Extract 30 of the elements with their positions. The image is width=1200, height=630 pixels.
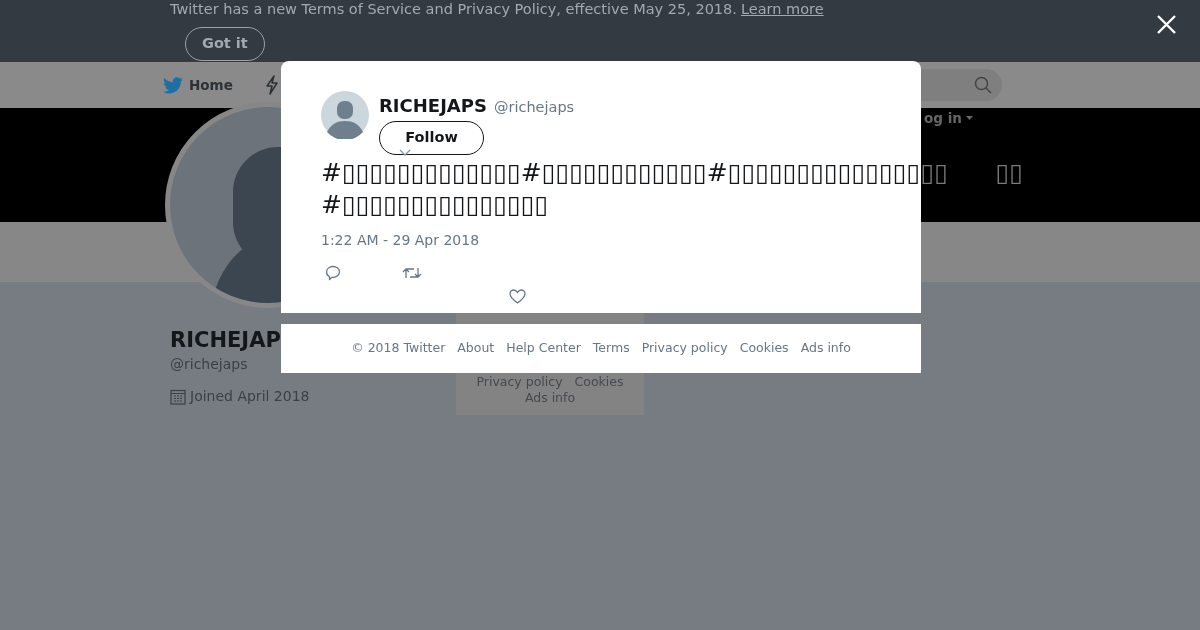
profile-handle: @richejaps — [170, 355, 249, 374]
footer-link[interactable]: Ads info — [800, 339, 851, 358]
chevron-icon[interactable] — [399, 149, 411, 156]
search-icon — [974, 76, 992, 94]
learn-more-link[interactable]: Learn more — [740, 0, 824, 18]
home-tab[interactable]: Home — [189, 74, 233, 96]
author-handle: @richejaps — [493, 98, 575, 117]
footer-link[interactable]: Privacy policy — [641, 339, 728, 358]
login-link[interactable]: og in — [924, 108, 962, 129]
footer-link[interactable]: About — [457, 339, 495, 358]
close-icon[interactable] — [1157, 15, 1176, 34]
bird-icon — [163, 76, 183, 94]
footer-link[interactable]: Terms — [592, 339, 630, 358]
profile-name: RICHEJAP — [170, 327, 282, 354]
follow-button[interactable]: Follow — [379, 121, 484, 155]
caret-icon — [965, 116, 973, 121]
notice-text: Twitter has a new Terms of Service and Privacy Policy, effective May 25, 2018. — [170, 0, 737, 18]
author-name: RICHEJAPS — [379, 94, 487, 118]
lightning-icon[interactable] — [264, 75, 279, 95]
ads-info-link[interactable]: Ads info — [524, 390, 576, 406]
copyright-text: © 2018 Twitter — [351, 339, 446, 358]
joined-date: Joined April 2018 — [190, 387, 310, 406]
footer-link[interactable]: Help Center — [506, 339, 581, 358]
tweet-time: 1:22 AM - 29 Apr 2018 — [321, 231, 480, 250]
footer-link[interactable]: Cookies — [739, 339, 789, 358]
retweet-icon[interactable] — [402, 266, 422, 280]
heart-icon[interactable] — [509, 289, 526, 304]
avatar-icon — [321, 91, 369, 139]
calendar-icon — [170, 388, 186, 405]
reply-icon[interactable] — [325, 265, 341, 281]
